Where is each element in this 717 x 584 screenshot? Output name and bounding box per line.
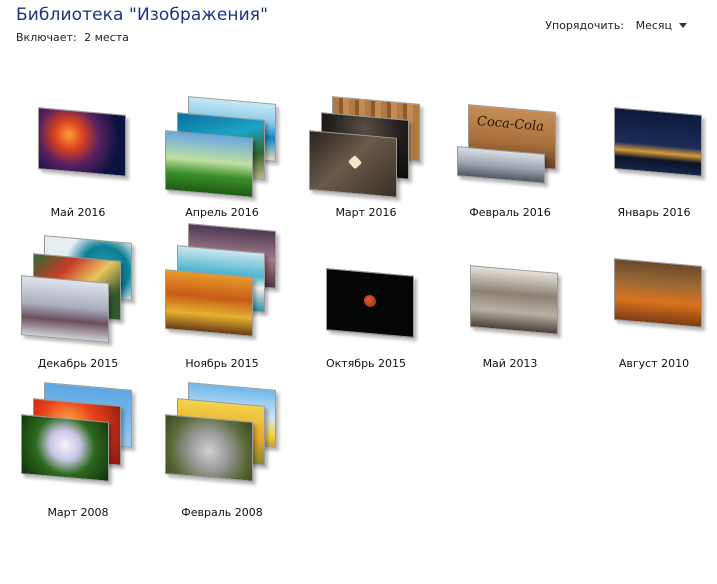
photo-thumbnail [614,258,702,328]
month-group-tile[interactable]: Май 2016 [23,96,133,226]
group-label: Март 2008 [47,506,109,519]
thumbnail-stack [21,235,133,347]
group-label: Март 2016 [335,206,397,219]
thumbnail-stack [23,96,133,196]
thumbnail-stack [599,96,709,196]
thumbnail-stack [309,96,421,198]
thumbnail-caption: Coca-Cola [477,113,544,135]
month-group-tile[interactable]: Январь 2016 [599,96,709,226]
thumbnail-stack: Coca-Cola [455,96,565,196]
photo-thumbnail [457,146,545,184]
photo-thumbnail [38,107,126,177]
thumbnail-stack [165,96,277,198]
photo-thumbnail [470,265,558,335]
group-label: Январь 2016 [617,206,691,219]
thumbnail-stack [165,223,277,347]
group-label: Май 2013 [482,357,538,370]
photo-thumbnail [165,130,253,198]
moon-icon [364,294,376,308]
group-label: Апрель 2016 [185,206,259,219]
month-group-tile[interactable]: Август 2010 [599,247,709,377]
month-group-tile[interactable]: Декабрь 2015 [21,235,133,377]
month-group-tile[interactable]: Март 2008 [21,382,133,526]
photo-thumbnail [614,107,702,177]
month-group-tile[interactable]: Март 2016 [309,96,421,226]
photo-thumbnail [326,268,414,338]
month-groups-grid: Май 2016 Апрель 2016 Март 2016 Coca-Cola… [0,0,717,584]
month-group-tile[interactable]: Апрель 2016 [165,96,277,226]
month-group-tile[interactable]: Ноябрь 2015 [165,223,277,377]
photo-thumbnail [165,269,253,337]
group-label: Май 2016 [50,206,106,219]
group-label: Октябрь 2015 [325,357,407,370]
photo-thumbnail [21,275,109,343]
group-label: Февраль 2008 [181,506,263,519]
group-label: Август 2010 [618,357,690,370]
photo-thumbnail [21,414,109,482]
photo-thumbnail [309,130,397,198]
group-label: Ноябрь 2015 [185,357,259,370]
thumbnail-stack [21,382,133,496]
thumbnail-stack [599,247,709,347]
thumbnail-stack [311,247,421,347]
month-group-tile[interactable]: Октябрь 2015 [311,247,421,377]
month-group-tile[interactable]: Coca-Cola Февраль 2016 [455,96,565,226]
group-label: Декабрь 2015 [37,357,119,370]
group-label: Февраль 2016 [469,206,551,219]
thumbnail-stack [455,247,565,347]
thumbnail-stack [165,382,277,496]
leaf-icon [347,155,363,170]
month-group-tile[interactable]: Февраль 2008 [165,382,277,526]
photo-thumbnail [165,414,253,482]
month-group-tile[interactable]: Май 2013 [455,247,565,377]
